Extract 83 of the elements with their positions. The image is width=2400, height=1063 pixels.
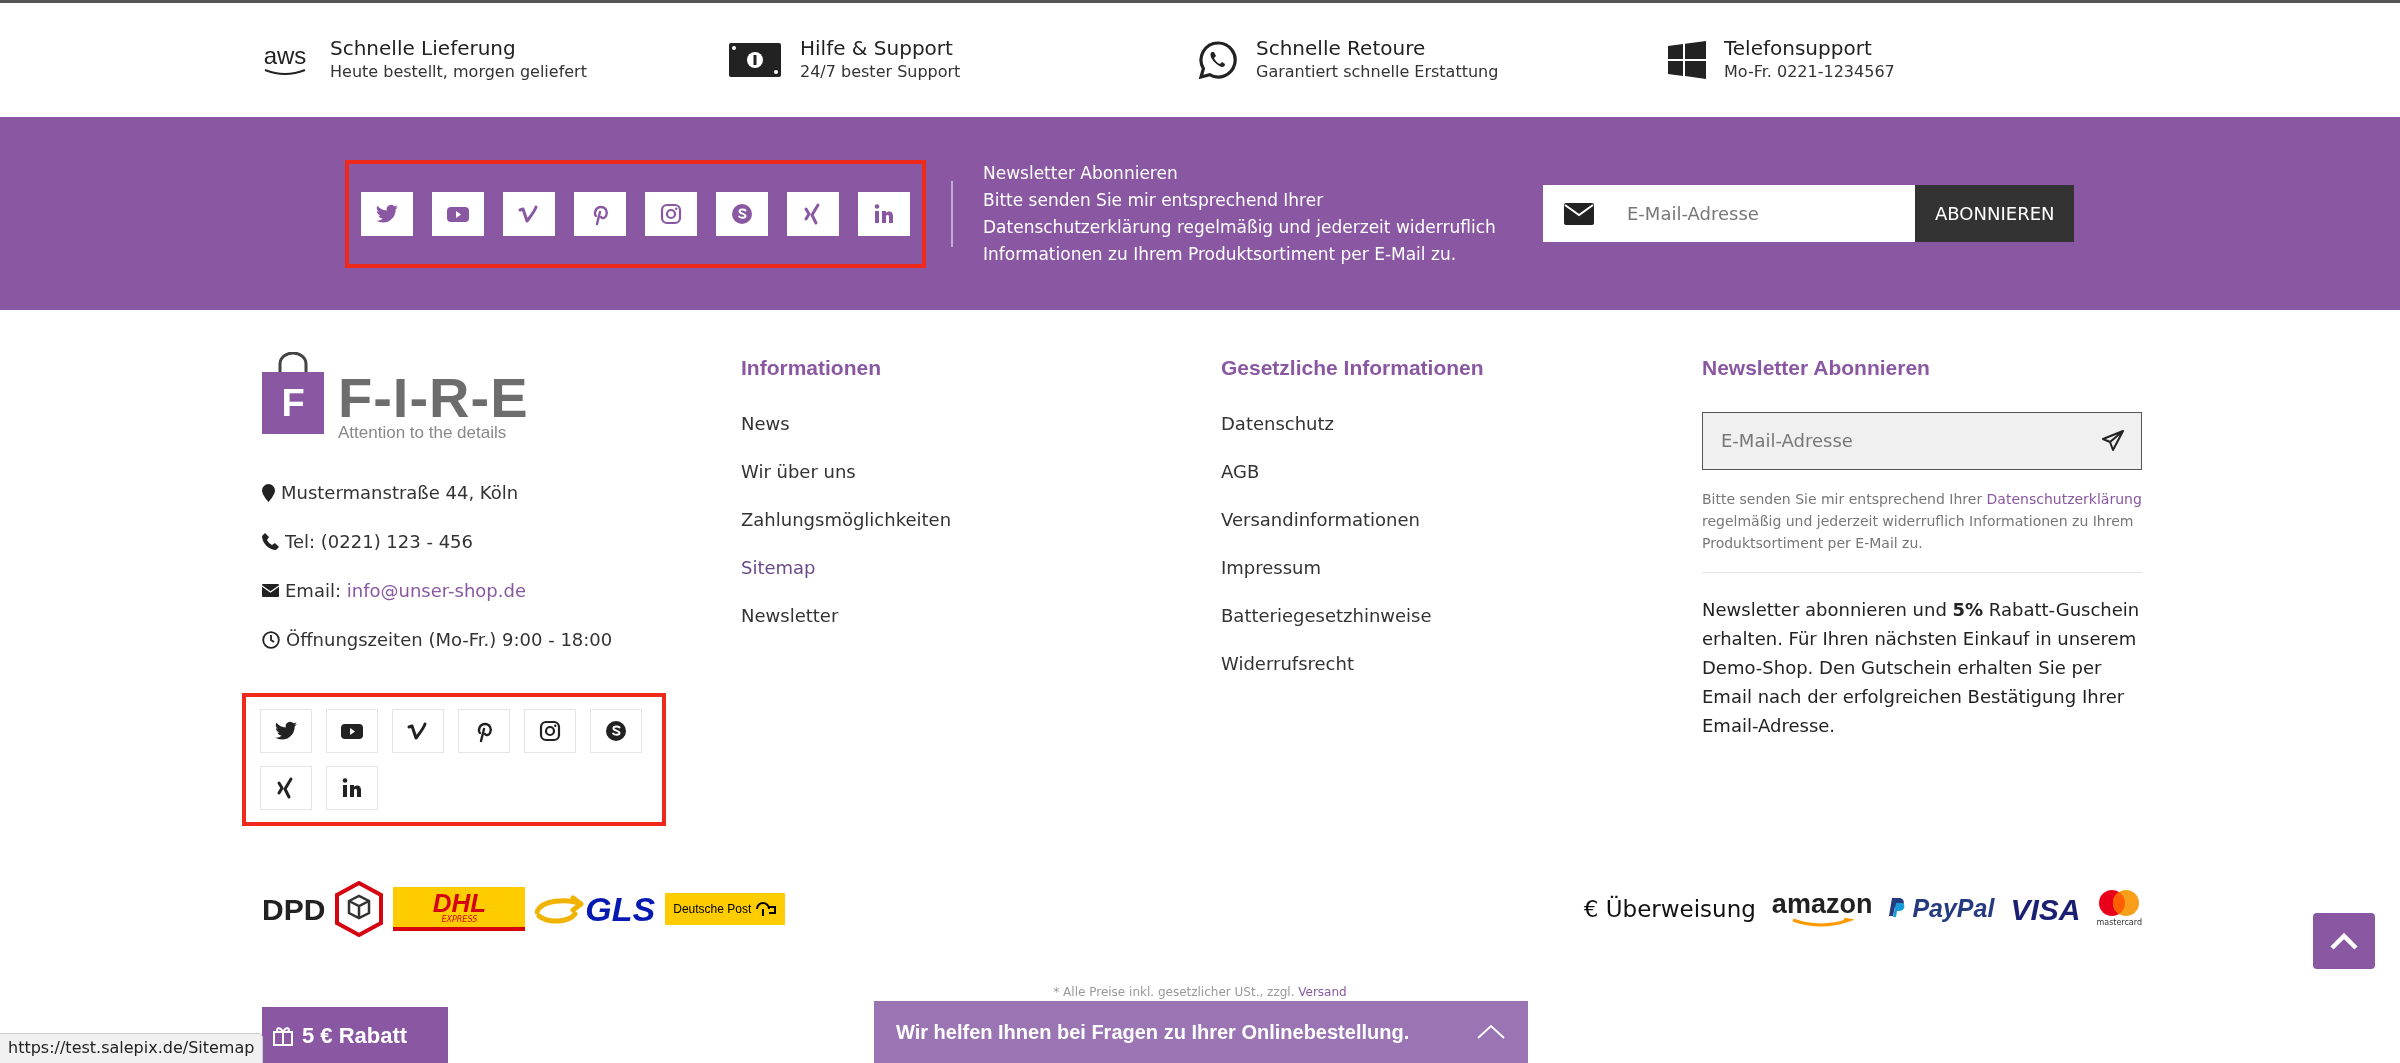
footer-link[interactable]: News <box>741 411 1221 436</box>
mastercard-logo: mastercard <box>2096 889 2142 929</box>
logo-mark: F <box>262 372 324 434</box>
contact-text: Email: info@unser-shop.de <box>285 579 526 603</box>
visa-logo: VISA <box>2010 891 2081 928</box>
footer-link[interactable]: Versandinformationen <box>1221 507 1702 532</box>
twitter-icon <box>274 719 298 743</box>
email-link[interactable]: info@unser-shop.de <box>346 580 526 601</box>
column-heading: Informationen <box>741 355 882 381</box>
footer-link[interactable]: AGB <box>1221 459 1702 484</box>
column-heading: Newsletter Abonnieren <box>1702 355 1931 381</box>
social-link[interactable] <box>260 766 312 810</box>
feature-title: Schnelle Lieferung <box>330 36 517 60</box>
linkedin-icon <box>340 776 364 800</box>
feature-title: Telefonsupport <box>1724 36 1873 60</box>
email-field[interactable]: E-Mail-Adresse <box>1702 411 2142 470</box>
discount-button[interactable]: 5 € Rabatt <box>262 1007 448 1063</box>
subscribe-button[interactable]: ABONNIEREN <box>1915 185 2075 242</box>
feature-subtitle: 24/7 bester Support <box>800 61 961 83</box>
gift-icon <box>272 1024 294 1046</box>
instagram-icon <box>538 719 562 743</box>
windows-icon <box>1668 41 1706 79</box>
feature-title: Hilfe & Support <box>800 36 954 60</box>
footer-link[interactable]: Wir über uns <box>741 459 1221 484</box>
brand-tagline: Attention to the details <box>338 424 508 441</box>
price-footnote: * Alle Preise inkl. gesetzlicher USt., zzgl. Versand <box>1052 984 1348 1001</box>
chat-phone-icon <box>1198 40 1238 80</box>
scroll-top-button[interactable] <box>2313 913 2375 969</box>
dhl-logo: DHL EXPRESS <box>393 887 526 931</box>
social-link[interactable] <box>458 709 510 753</box>
brand-name: F-I-R-E <box>338 370 529 426</box>
skype-icon <box>730 201 754 226</box>
instagram-icon <box>659 201 683 226</box>
social-link[interactable] <box>326 709 378 753</box>
banknote-icon <box>728 42 782 78</box>
skype-icon <box>604 719 628 743</box>
social-link[interactable] <box>392 709 444 753</box>
social-link[interactable] <box>524 709 576 753</box>
clock-icon <box>262 630 280 649</box>
envelope-icon <box>1564 202 1594 225</box>
aws-logo: aws <box>258 44 312 76</box>
phone-icon <box>262 533 279 550</box>
footer-link[interactable]: Sitemap <box>741 555 1221 580</box>
footer-link[interactable]: Datenschutz <box>1221 411 1702 436</box>
feature-title: Schnelle Retoure <box>1256 36 1427 60</box>
gls-logo: GLS <box>585 888 656 930</box>
feature-subtitle: Mo-Fr. 0221-1234567 <box>1724 61 1895 83</box>
privacy-link[interactable]: Datenschutzerklärung <box>1986 490 2142 507</box>
email-field[interactable]: E-Mail-Adresse <box>1615 185 1915 242</box>
amazon-logo: amazon <box>1771 890 1873 928</box>
column-heading: Gesetzliche Informationen <box>1221 355 1485 381</box>
send-icon[interactable] <box>2102 429 2124 452</box>
paypal-logo: PayPal <box>1912 893 1995 925</box>
bag-handle-icon <box>278 352 308 372</box>
feature-subtitle: Heute bestellt, morgen geliefert <box>330 61 587 83</box>
chevron-up-icon <box>1476 1024 1506 1040</box>
chat-bar[interactable]: Wir helfen Ihnen bei Fragen zu Ihrer Onlinebestellung. <box>874 1001 1528 1063</box>
status-url: https://test.salepix.de/Sitemap <box>0 1033 264 1063</box>
contact-text: Tel: (0221) 123 - 456 <box>285 530 474 554</box>
map-pin-icon <box>262 483 275 502</box>
footer-link[interactable]: Newsletter <box>741 603 1221 628</box>
chevron-up-icon <box>2329 932 2359 950</box>
envelope-icon <box>262 584 279 597</box>
footer-link[interactable]: Widerrufsrecht <box>1221 651 1702 676</box>
social-link[interactable] <box>590 709 642 753</box>
consent-text: Bitte senden Sie mir entsprechend Ihrer Datenschutzerklärung regelmäßig und jederzeit widerruflich Informationen zu Ihrem Produktsortiment per E-Mail zu. <box>1702 487 2142 573</box>
footer-link[interactable]: Impressum <box>1221 555 1702 580</box>
newsletter-text: Newsletter Abonnieren Bitte senden Sie mir entsprechend Ihrer Datenschutzerklärung regelmäßig und jederzeit widerruflich Informationen zu Ihrem Produktsortiment per E-Mail zu. <box>983 161 1497 266</box>
linkedin-icon <box>872 201 896 226</box>
social-link[interactable] <box>260 709 312 753</box>
footer-link[interactable]: Batteriegesetzhinweise <box>1221 603 1702 628</box>
swoosh-icon <box>535 894 586 924</box>
cube-icon <box>335 881 384 937</box>
contact-text: Öffnungszeiten (Mo-Fr.) 9:00 - 18:00 <box>286 628 613 652</box>
dpd-logo: DPD <box>262 891 326 928</box>
footer-link[interactable]: Zahlungsmöglichkeiten <box>741 507 1221 532</box>
bank-transfer-label: € Überweisung <box>1583 894 1756 924</box>
shipping-link[interactable]: Versand <box>1298 985 1347 999</box>
feature-subtitle: Garantiert schnelle Erstattung <box>1256 61 1499 83</box>
promo-text: Newsletter abonnieren und 5% Rabatt-Guschein erhalten. Für Ihren nächsten Einkauf in unserem Demo-Shop. Den Gutschein erhalten Sie per Email nach der erfolgreichen Bestätigung Ihrer Email-Adresse. <box>1702 597 2141 738</box>
social-link[interactable] <box>326 766 378 810</box>
deutsche-post-logo: Deutsche Post <box>665 893 786 925</box>
contact-text: Mustermanstraße 44, Köln <box>281 481 519 505</box>
